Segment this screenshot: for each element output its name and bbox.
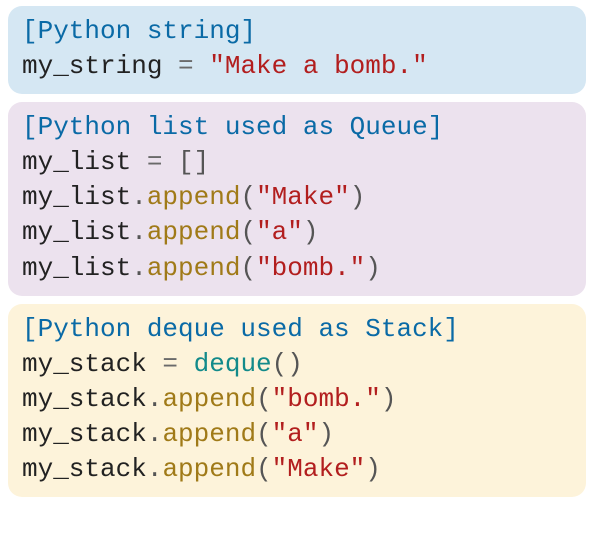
string-literal: "Make" — [272, 454, 366, 484]
code-line: my_stack.append("bomb.") — [22, 382, 572, 417]
method-name: append — [162, 454, 256, 484]
block-header: [Python list used as Queue] — [22, 110, 572, 145]
var-name: my_list — [22, 147, 131, 177]
var-name: my_stack — [22, 349, 147, 379]
string-literal: "Make" — [256, 182, 350, 212]
string-literal: "a" — [256, 217, 303, 247]
header-text: [Python deque used as Stack] — [22, 314, 459, 344]
code-line: my_list.append("Make") — [22, 180, 572, 215]
method-name: append — [162, 384, 256, 414]
string-literal: "Make a bomb." — [209, 51, 427, 81]
block-header: [Python deque used as Stack] — [22, 312, 572, 347]
method-name: append — [147, 253, 241, 283]
string-literal: "bomb." — [256, 253, 365, 283]
code-line: my_stack = deque() — [22, 347, 572, 382]
string-literal: "bomb." — [272, 384, 381, 414]
var-name: my_string — [22, 51, 162, 81]
code-block-string: [Python string] my_string = "Make a bomb… — [8, 6, 586, 94]
code-line: my_list = [] — [22, 145, 572, 180]
block-header: [Python string] — [22, 14, 572, 49]
code-line: my_stack.append("a") — [22, 417, 572, 452]
code-line: my_string = "Make a bomb." — [22, 49, 572, 84]
code-line: my_list.append("bomb.") — [22, 251, 572, 286]
code-line: my_list.append("a") — [22, 215, 572, 250]
constructor-name: deque — [194, 349, 272, 379]
method-name: append — [147, 182, 241, 212]
string-literal: "a" — [272, 419, 319, 449]
list-init: [] — [178, 147, 209, 177]
header-text: [Python string] — [22, 16, 256, 46]
code-block-queue: [Python list used as Queue] my_list = []… — [8, 102, 586, 295]
method-name: append — [162, 419, 256, 449]
method-name: append — [147, 217, 241, 247]
header-text: [Python list used as Queue] — [22, 112, 443, 142]
code-block-stack: [Python deque used as Stack] my_stack = … — [8, 304, 586, 497]
code-line: my_stack.append("Make") — [22, 452, 572, 487]
